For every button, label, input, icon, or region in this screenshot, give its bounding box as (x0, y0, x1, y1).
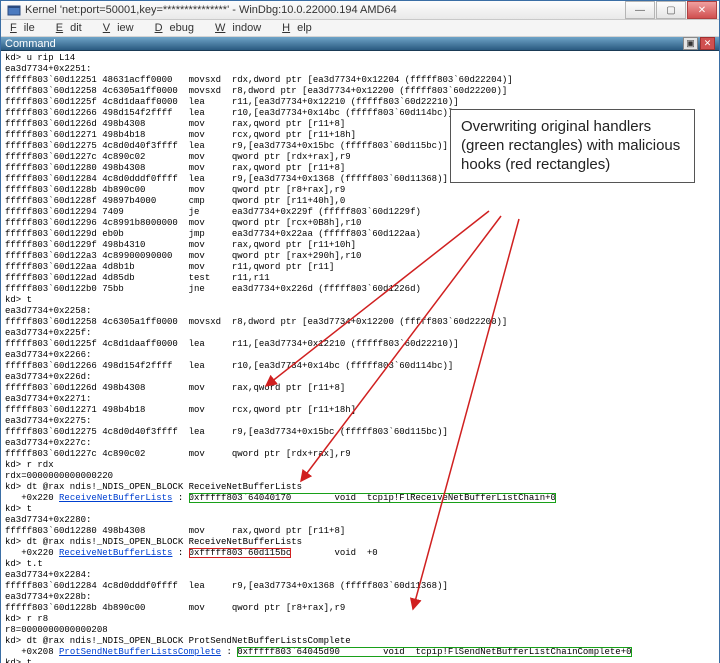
app-icon (7, 3, 21, 17)
app-window: Kernel 'net:port=50001,key=*************… (0, 0, 720, 663)
window-title: Kernel 'net:port=50001,key=*************… (25, 4, 625, 16)
symbol-link[interactable]: ReceiveNetBufferLists (59, 493, 172, 503)
menu-window[interactable]: Window (208, 20, 275, 36)
minimize-button[interactable]: — (625, 1, 655, 19)
highlight-green: 0xfffff803`64045d90 void tcpip!FlSendNet… (237, 647, 631, 657)
close-button[interactable]: ✕ (687, 1, 717, 19)
command-pane-body: kd> u rip L14 ea3d7734+0x2251: fffff803`… (1, 51, 719, 663)
menubar: File Edit View Debug Window Help (1, 20, 719, 37)
pane-title: Command (5, 38, 56, 50)
pane-undock-button[interactable]: ▣ (683, 37, 698, 50)
menu-debug[interactable]: Debug (148, 20, 208, 36)
highlight-green: 0xfffff803`64040170 void tcpip!FlReceive… (189, 493, 556, 503)
menu-view[interactable]: View (96, 20, 148, 36)
menu-edit[interactable]: Edit (49, 20, 96, 36)
pane-close-button[interactable]: ✕ (700, 37, 715, 50)
command-output[interactable]: kd> u rip L14 ea3d7734+0x2251: fffff803`… (1, 51, 719, 663)
annotation-box: Overwriting original handlers (green rec… (450, 109, 695, 183)
command-pane-header[interactable]: Command ▣ ✕ (1, 37, 719, 51)
maximize-button[interactable]: ▢ (656, 1, 686, 19)
menu-file[interactable]: File (3, 20, 49, 36)
symbol-link[interactable]: ProtSendNetBufferListsComplete (59, 647, 221, 657)
titlebar[interactable]: Kernel 'net:port=50001,key=*************… (1, 1, 719, 20)
menu-help[interactable]: Help (275, 20, 326, 36)
highlight-red: 0xfffff803`60d115bc (189, 548, 292, 558)
symbol-link[interactable]: ReceiveNetBufferLists (59, 548, 172, 558)
